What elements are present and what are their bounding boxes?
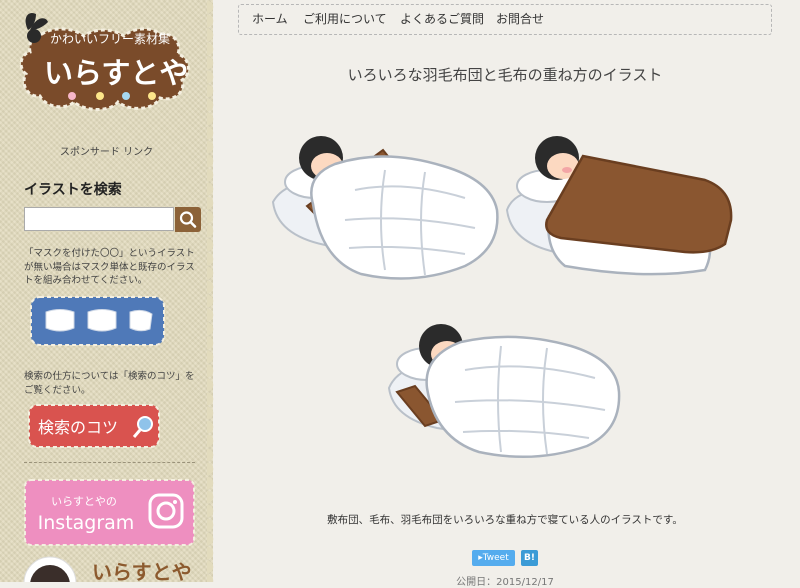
search-button[interactable] [175, 207, 201, 232]
illustration-description: 敷布団、毛布、羽毛布団をいろいろな重ね方で寝ている人のイラストです。 [327, 514, 683, 526]
instagram-title: Instagram [38, 512, 135, 534]
sleeper-3 [387, 324, 621, 459]
site-logo[interactable]: かわいいフリー素材集 いらすとや [14, 8, 204, 120]
profile-banner-label: いらすとや [92, 560, 192, 582]
published-date: 公開日：2015/12/17 [456, 577, 554, 588]
hatena-bookmark-button[interactable]: B! [521, 550, 538, 566]
sleeper-1 [271, 136, 499, 280]
page-title: いろいろな羽毛布団と毛布の重ね方のイラスト [347, 66, 663, 84]
logo-graphic: かわいいフリー素材集 いらすとや [19, 12, 190, 111]
search-heading: イラストを検索 [24, 182, 122, 198]
profile-banner[interactable]: いらすとや [20, 553, 210, 582]
mask-note: 「マスクを付けた〇〇」というイラストが無い場合はマスク単体と既存のイラストを組み… [24, 248, 195, 286]
mask-banner[interactable] [30, 296, 165, 346]
search-tips-label: 検索のコツ [38, 418, 118, 437]
tweet-label: Tweet [482, 553, 509, 563]
instagram-banner[interactable]: いらすとやの Instagram [24, 479, 195, 546]
search-input[interactable] [24, 207, 174, 231]
sleeper-2 [505, 136, 733, 276]
tweet-button[interactable]: ▸Tweet [472, 550, 515, 566]
top-nav: ホーム ご利用について よくあるご質問 お問合せ [238, 4, 772, 35]
instagram-subtitle: いらすとやの [51, 495, 117, 508]
sidebar-divider [24, 462, 195, 463]
sidebar-scalloped-edge [207, 0, 219, 582]
mask-icon [45, 309, 153, 332]
nav-home[interactable]: ホーム [252, 5, 288, 34]
logo-title: いらすとや [44, 56, 188, 90]
logo-tagline: かわいいフリー素材集 [50, 31, 170, 46]
nav-terms[interactable]: ご利用について [303, 5, 387, 34]
search-tips-banner[interactable]: 検索のコツ [28, 404, 160, 448]
search-icon [179, 211, 197, 228]
nav-faq[interactable]: よくあるご質問 [400, 5, 484, 34]
nav-contact[interactable]: お問合せ [496, 5, 544, 34]
search-tip-note: 検索の仕方については「検索のコツ」をご覧ください。 [24, 371, 195, 396]
illustration-futon [265, 120, 745, 460]
sponsored-link-label: スポンサード リンク [59, 147, 154, 158]
